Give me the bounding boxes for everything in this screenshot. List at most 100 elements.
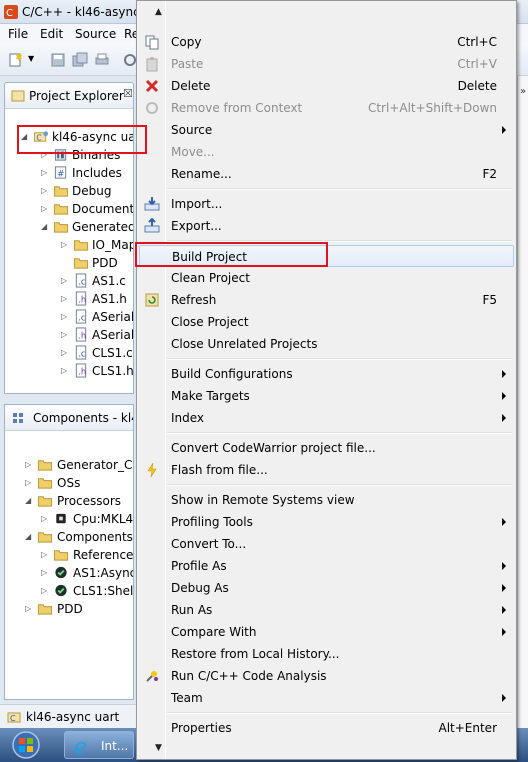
collapsed-arrow-icon[interactable]: ▷: [61, 312, 69, 322]
expanded-arrow-icon[interactable]: ◢: [25, 496, 33, 506]
collapsed-arrow-icon[interactable]: ▷: [41, 204, 49, 214]
folder-icon: [37, 532, 53, 543]
tree-item[interactable]: ▷ Documenta: [5, 200, 133, 218]
print-icon[interactable]: [94, 52, 110, 68]
menu-edit[interactable]: Edit: [40, 27, 63, 41]
collapsed-arrow-icon[interactable]: ▷: [61, 348, 69, 358]
collapsed-arrow-icon[interactable]: ▷: [41, 150, 49, 160]
context-menu: ▲ Copy Ctrl+C Paste Ctrl+V Delete Delete Remov…: [136, 0, 517, 760]
collapsed-arrow-icon[interactable]: ▷: [41, 550, 49, 560]
menu-item-profiling-tools[interactable]: Profiling Tools: [139, 511, 514, 533]
tree-item[interactable]: ◢ Generated_: [5, 218, 133, 236]
menu-item-run-as[interactable]: Run As: [139, 599, 514, 621]
menu-item-compare-with[interactable]: Compare With: [139, 621, 514, 643]
collapsed-arrow-icon[interactable]: ▷: [41, 514, 49, 524]
menu-item-export[interactable]: Export...: [139, 215, 514, 237]
collapsed-arrow-icon[interactable]: ▷: [61, 240, 69, 250]
menu-item-run-c-c-code-analysis[interactable]: Run C/C++ Code Analysis: [139, 665, 514, 687]
tree-item[interactable]: ▷ .h AS1.h: [5, 290, 133, 308]
menu-item-flash-from-file[interactable]: Flash from file...: [139, 459, 514, 481]
tree-item[interactable]: ▷ .c AS1.c: [5, 272, 133, 290]
menu-item-copy[interactable]: Copy Ctrl+C: [139, 31, 514, 53]
menu-item-import[interactable]: Import...: [139, 193, 514, 215]
svg-text:C: C: [6, 8, 13, 19]
tree-item[interactable]: ▷ .h CLS1.h: [5, 362, 133, 380]
expanded-arrow-icon[interactable]: ◢: [41, 222, 49, 232]
collapsed-arrow-icon[interactable]: ▷: [41, 186, 49, 196]
taskbar-internet-explorer[interactable]: e Int...: [64, 731, 134, 759]
menu-item-close-project[interactable]: Close Project: [139, 311, 514, 333]
menu-item-clean-project[interactable]: Clean Project: [139, 267, 514, 289]
expanded-arrow-icon[interactable]: ◢: [21, 132, 29, 142]
menu-item-index[interactable]: Index: [139, 407, 514, 429]
menu-file[interactable]: File: [8, 27, 28, 41]
collapsed-arrow-icon[interactable]: ▷: [61, 294, 69, 304]
tree-item[interactable]: ▷ Binaries: [5, 146, 133, 164]
c-file-icon: .c: [75, 345, 87, 360]
menu-item-show-in-remote-systems-view[interactable]: Show in Remote Systems view: [139, 489, 514, 511]
submenu-arrow-icon: [502, 392, 506, 400]
internet-explorer-icon: e: [74, 735, 87, 758]
component-tree-item[interactable]: ▷ OSs: [5, 474, 133, 492]
tree-item[interactable]: ▷ # Includes: [5, 164, 133, 182]
new-icon[interactable]: [8, 52, 24, 68]
component-tree-item[interactable]: ◢ Processors: [5, 492, 133, 510]
tree-item[interactable]: ▷ IO_Map: [5, 236, 133, 254]
menu-item-rename[interactable]: Rename... F2: [139, 163, 514, 185]
collapsed-arrow-icon[interactable]: ▷: [25, 478, 33, 488]
expanded-arrow-icon[interactable]: ◢: [25, 532, 33, 542]
tree-item[interactable]: ▷ .c CLS1.c: [5, 344, 133, 362]
collapsed-arrow-icon[interactable]: ▷: [25, 604, 33, 614]
collapsed-arrow-icon[interactable]: ▷: [41, 568, 49, 578]
menu-item-build-configurations[interactable]: Build Configurations: [139, 363, 514, 385]
menu-item-refresh[interactable]: Refresh F5: [139, 289, 514, 311]
menu-item-build-project[interactable]: Build Project: [139, 245, 514, 267]
menu-item-restore-from-local-history[interactable]: Restore from Local History...: [139, 643, 514, 665]
menu-item-properties[interactable]: Properties Alt+Enter: [139, 717, 514, 739]
menu-item-profile-as[interactable]: Profile As: [139, 555, 514, 577]
scroll-down-icon[interactable]: ▼: [155, 743, 162, 753]
collapsed-arrow-icon[interactable]: ▷: [25, 460, 33, 470]
flash-icon: [147, 462, 157, 478]
component-tree-item[interactable]: ◢ Components: [5, 528, 133, 546]
save-icon[interactable]: [50, 52, 66, 68]
menu-item-source[interactable]: Source: [139, 119, 514, 141]
component-tree-item[interactable]: ▷ Referenced_: [5, 546, 133, 564]
component-tree-item[interactable]: ▷ AS1:Asynch: [5, 564, 133, 582]
scroll-arrow-icon[interactable]: »: [520, 86, 526, 97]
tree-item[interactable]: ▷ .c ASerialL: [5, 308, 133, 326]
collapsed-arrow-icon[interactable]: ▷: [41, 168, 49, 178]
menu-item-convert-to[interactable]: Convert To...: [139, 533, 514, 555]
close-icon[interactable]: ☒: [123, 87, 133, 100]
start-button-icon[interactable]: [6, 730, 46, 760]
paste-icon: [146, 57, 158, 72]
menu-item-label: Restore from Local History...: [171, 647, 340, 661]
dropdown-arrow-icon[interactable]: ▼: [28, 54, 34, 63]
component-tree-item[interactable]: ▷ PDD: [5, 600, 133, 618]
menu-item-move[interactable]: Move...: [139, 141, 514, 163]
component-tree-item[interactable]: ▷ CLS1:Shell: [5, 582, 133, 600]
project-explorer-tab[interactable]: Project Explorer ☒: [5, 83, 133, 109]
collapsed-arrow-icon[interactable]: ▷: [61, 330, 69, 340]
tree-item[interactable]: ▷ .h ASerialL: [5, 326, 133, 344]
collapsed-arrow-icon[interactable]: ▷: [41, 586, 49, 596]
save-all-icon[interactable]: [72, 52, 88, 68]
menu-item-remove-from-context[interactable]: Remove from Context Ctrl+Alt+Shift+Down: [139, 97, 514, 119]
tree-item[interactable]: PDD: [5, 254, 133, 272]
component-tree-item[interactable]: ▷ Cpu:MKL46: [5, 510, 133, 528]
tree-item[interactable]: ◢ Ckl46-async uart: [5, 128, 133, 146]
menu-item-team[interactable]: Team: [139, 687, 514, 709]
menu-item-make-targets[interactable]: Make Targets: [139, 385, 514, 407]
menu-item-paste[interactable]: Paste Ctrl+V: [139, 53, 514, 75]
menu-item-convert-codewarrior-project-file[interactable]: Convert CodeWarrior project file...: [139, 437, 514, 459]
menu-item-close-unrelated-projects[interactable]: Close Unrelated Projects: [139, 333, 514, 355]
tree-item[interactable]: ▷ Debug: [5, 182, 133, 200]
menu-item-delete[interactable]: Delete Delete: [139, 75, 514, 97]
collapsed-arrow-icon[interactable]: ▷: [61, 276, 69, 286]
scroll-up-icon[interactable]: ▲: [155, 7, 162, 17]
menu-source[interactable]: Source: [75, 27, 116, 41]
collapsed-arrow-icon[interactable]: ▷: [61, 366, 69, 376]
components-tab[interactable]: Components - kl46-: [5, 405, 133, 431]
menu-item-debug-as[interactable]: Debug As: [139, 577, 514, 599]
component-tree-item[interactable]: ▷ Generator_Con: [5, 456, 133, 474]
